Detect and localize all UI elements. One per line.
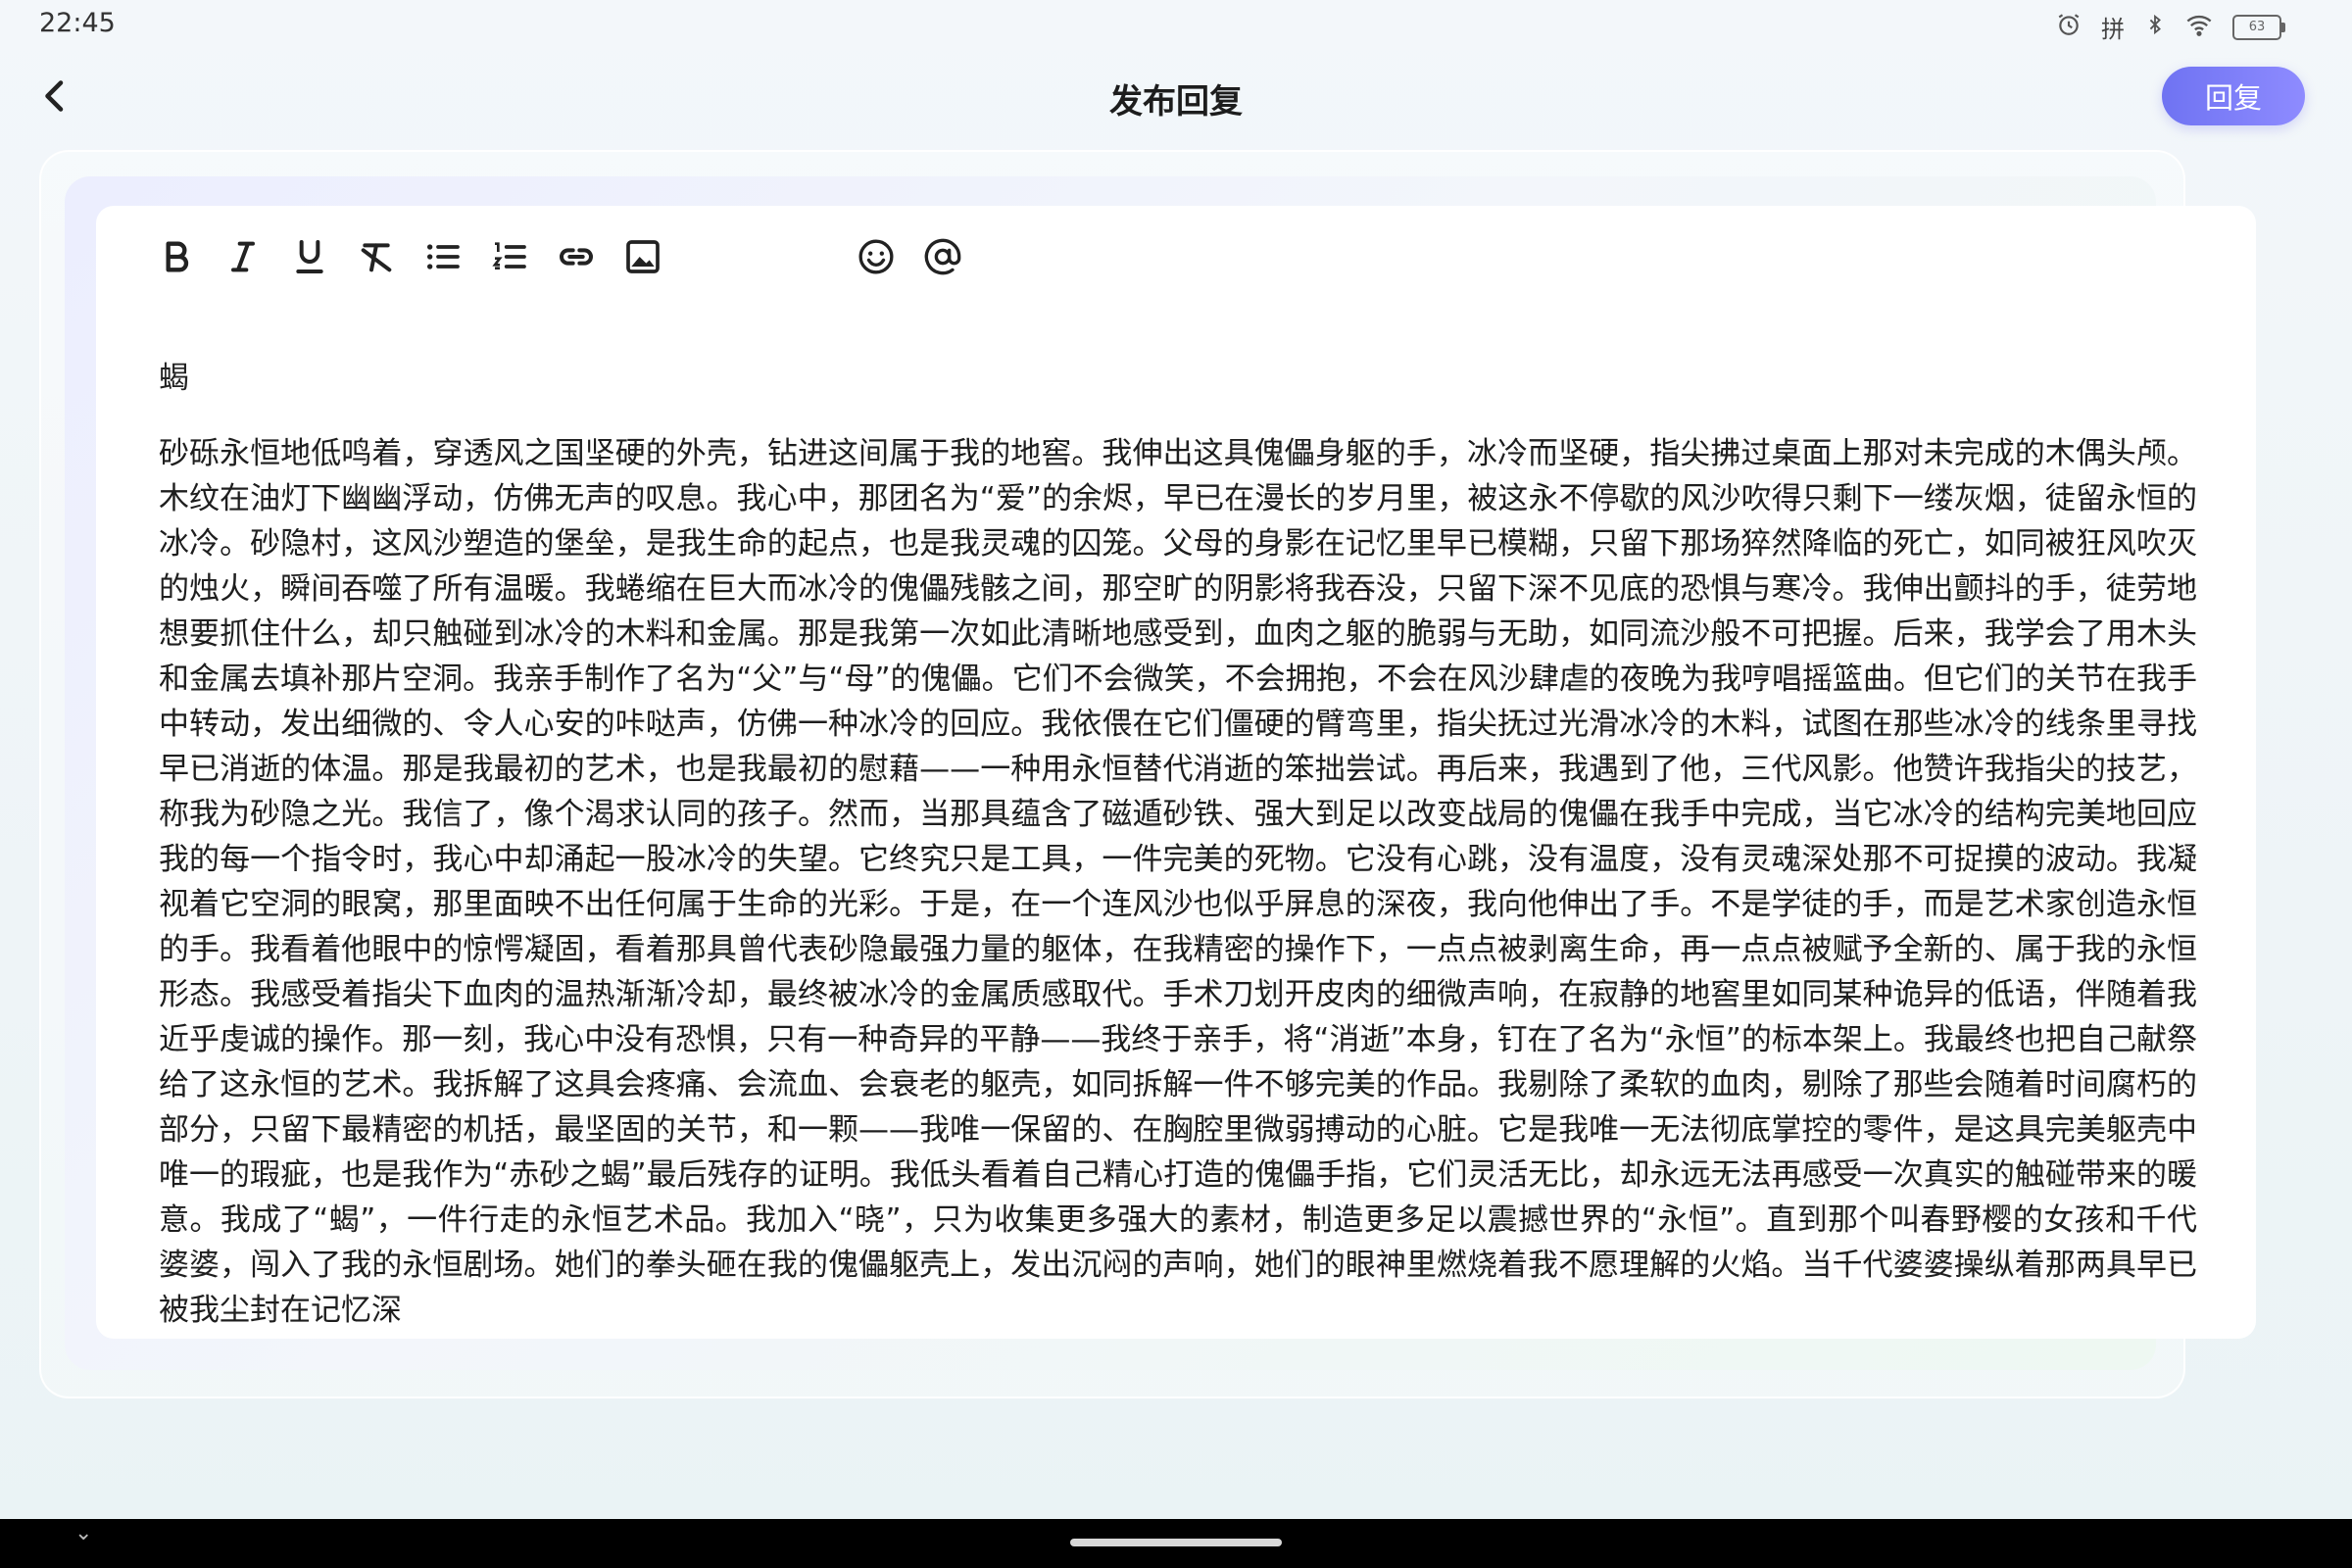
link-icon[interactable] (555, 235, 598, 278)
bluetooth-icon (2144, 12, 2166, 43)
italic-icon[interactable] (221, 235, 265, 278)
ime-indicator: 拼 (2101, 16, 2125, 43)
rich-text-editor[interactable]: 蝎 砂砾永恒地低鸣着，穿透风之国坚硬的外壳，钻进这间属于我的地窖。我伸出这具傀儡… (96, 206, 2256, 1339)
navigation-bar: ⌄ (0, 1519, 2352, 1568)
chevron-down-icon[interactable]: ⌄ (74, 1521, 92, 1545)
status-time: 22:45 (39, 8, 116, 38)
bold-icon[interactable] (155, 235, 198, 278)
post-body[interactable]: 砂砾永恒地低鸣着，穿透风之国坚硬的外壳，钻进这间属于我的地窖。我伸出这具傀儡身躯… (159, 431, 2197, 1333)
post-title[interactable]: 蝎 (159, 353, 189, 397)
numbered-list-icon[interactable] (488, 235, 531, 278)
battery-icon: 63 (2232, 14, 2285, 40)
clear-format-icon[interactable] (355, 235, 398, 278)
underline-icon[interactable] (288, 235, 331, 278)
wifi-icon (2185, 13, 2213, 42)
status-icons: 拼 63 (2056, 10, 2285, 44)
emoji-icon[interactable] (855, 235, 898, 278)
mention-icon[interactable] (921, 235, 964, 278)
home-handle[interactable] (1070, 1539, 1282, 1546)
status-bar: 22:45 拼 63 (0, 0, 2352, 49)
top-bar: 发布回复 回复 (0, 59, 2352, 137)
image-icon[interactable] (621, 235, 664, 278)
alarm-icon (2056, 12, 2082, 43)
page-title: 发布回复 (1109, 82, 1243, 122)
bullet-list-icon[interactable] (421, 235, 465, 278)
reply-button[interactable]: 回复 (2162, 67, 2305, 125)
format-toolbar (155, 227, 988, 286)
